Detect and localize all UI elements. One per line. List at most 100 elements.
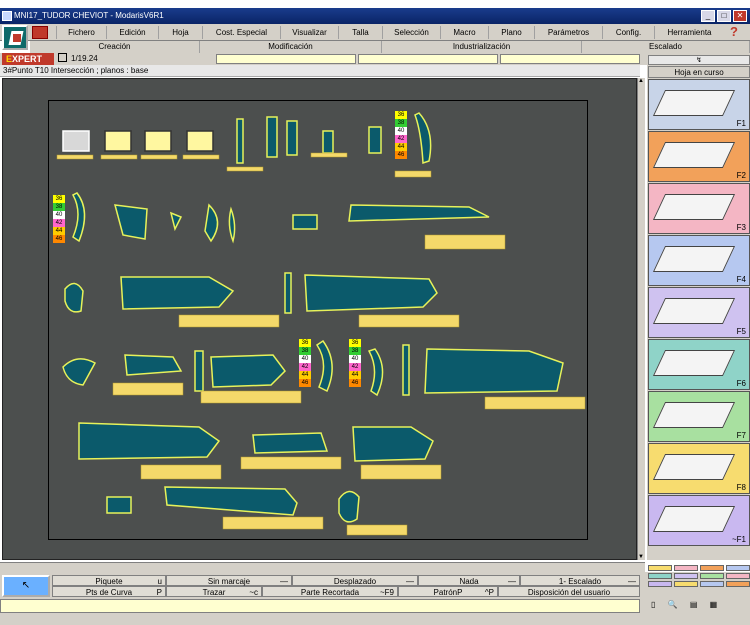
- menu-plano[interactable]: Plano: [488, 26, 534, 39]
- piece-curve-7[interactable]: [315, 339, 333, 393]
- patronp-cell[interactable]: PatrónP ^P: [398, 586, 498, 597]
- piece-strip-3[interactable]: [286, 120, 298, 156]
- menu-fichero[interactable]: Fichero: [56, 26, 106, 39]
- category-creacion[interactable]: Creación: [30, 41, 200, 53]
- piece-body-5[interactable]: [78, 422, 221, 460]
- page-icon[interactable]: ▯: [651, 600, 655, 609]
- tool-f6[interactable]: F6: [648, 339, 750, 390]
- piece-curve-8[interactable]: [367, 348, 384, 397]
- piece-icon-1[interactable]: [62, 130, 90, 152]
- tool-f5[interactable]: F5: [648, 287, 750, 338]
- category-modificacion[interactable]: Modificación: [200, 41, 382, 53]
- nada-cell[interactable]: Nada —: [418, 575, 520, 586]
- swatch[interactable]: [726, 573, 750, 579]
- close-button[interactable]: ✕: [733, 10, 747, 22]
- menu-config[interactable]: Config.: [602, 26, 654, 39]
- modaris-logo-icon[interactable]: [2, 25, 28, 50]
- piece-rect-1[interactable]: [292, 214, 318, 230]
- piece-strip-1[interactable]: [236, 118, 244, 164]
- piece-icon-2[interactable]: [104, 130, 132, 152]
- minimize-button[interactable]: _: [701, 10, 715, 22]
- piece-body-2[interactable]: [304, 274, 438, 312]
- menu-seleccion[interactable]: Selección: [382, 26, 440, 39]
- layout-icon[interactable]: ▤: [690, 600, 698, 609]
- size-tag: 36: [395, 111, 407, 119]
- tool-f4[interactable]: F4: [648, 235, 750, 286]
- piece-small-2[interactable]: [368, 126, 382, 154]
- maximize-button[interactable]: □: [717, 10, 731, 22]
- piece-body-6[interactable]: [352, 426, 434, 462]
- zoom-icon[interactable]: 🔍: [668, 600, 678, 609]
- swatch[interactable]: [674, 565, 698, 571]
- swatch[interactable]: [648, 573, 672, 579]
- swatch[interactable]: [674, 573, 698, 579]
- piece-curve-1[interactable]: [414, 112, 432, 165]
- piece-body-4[interactable]: [424, 348, 564, 394]
- piece-long-2[interactable]: [164, 486, 298, 516]
- piece-strip-2[interactable]: [266, 116, 278, 158]
- piece-icon-4[interactable]: [186, 130, 214, 152]
- sin-marcaje-cell[interactable]: Sin marcaje —: [166, 575, 292, 586]
- tool-f2[interactable]: F2: [648, 131, 750, 182]
- piece-label-18: [346, 524, 408, 536]
- trazar-cell[interactable]: Trazar ~c: [166, 586, 262, 597]
- swatch[interactable]: [700, 581, 724, 587]
- piece-body-1[interactable]: [120, 276, 235, 310]
- piece-strip-4[interactable]: [284, 272, 292, 314]
- swatch[interactable]: [726, 581, 750, 587]
- piece-strip-6[interactable]: [402, 344, 410, 396]
- piece-curve-6[interactable]: [62, 358, 97, 386]
- menu-parametros[interactable]: Parámetros: [534, 26, 602, 39]
- stop-icon[interactable]: [32, 26, 48, 39]
- grid-icon[interactable]: ▦: [710, 600, 718, 609]
- piece-tri-1[interactable]: [169, 211, 183, 232]
- swatch[interactable]: [648, 581, 672, 587]
- escalado-cell[interactable]: 1- Escalado —: [520, 575, 640, 586]
- tool-shift-f1[interactable]: ~F1: [648, 495, 750, 546]
- tool-f7[interactable]: F7: [648, 391, 750, 442]
- piquete-cell[interactable]: Piquete u: [52, 575, 166, 586]
- sheet-tool-icon[interactable]: ↯: [648, 55, 750, 65]
- category-escalado[interactable]: Escalado: [582, 41, 750, 53]
- piece-block-2[interactable]: [124, 354, 183, 376]
- menu-visualizar[interactable]: Visualizar: [280, 26, 338, 39]
- tool-f8[interactable]: F8: [648, 443, 750, 494]
- swatch[interactable]: [700, 573, 724, 579]
- piece-small-1[interactable]: [322, 130, 334, 154]
- piece-curve-5[interactable]: [64, 282, 84, 313]
- horizontal-scrollbar[interactable]: [0, 562, 645, 572]
- menu-edicion[interactable]: Edición: [106, 26, 158, 39]
- swatch[interactable]: [648, 565, 672, 571]
- category-industrializacion[interactable]: Industrialización: [382, 41, 582, 53]
- piece-curve-2[interactable]: [71, 192, 86, 243]
- disposicion-usuario-cell[interactable]: Disposición del usuario: [498, 586, 640, 597]
- piece-rect-2[interactable]: [106, 496, 132, 514]
- menu-cost-especial[interactable]: Cost. Especial: [202, 26, 280, 39]
- piece-curve-4[interactable]: [228, 206, 236, 244]
- menu-talla[interactable]: Talla: [338, 26, 382, 39]
- pointer-tool-icon[interactable]: ↖: [2, 575, 50, 597]
- piece-curve-9[interactable]: [338, 490, 360, 523]
- piece-body-3[interactable]: [210, 354, 286, 388]
- swatch[interactable]: [700, 565, 724, 571]
- tool-f1[interactable]: F1: [648, 79, 750, 130]
- help-icon[interactable]: ?: [730, 24, 738, 39]
- piece-long-1[interactable]: [348, 204, 490, 222]
- piece-curve-3[interactable]: [204, 203, 219, 243]
- menu-macro[interactable]: Macro: [440, 26, 488, 39]
- desplazado-cell[interactable]: Desplazado —: [292, 575, 418, 586]
- menu-herramienta[interactable]: Herramienta: [654, 26, 724, 39]
- parte-recortada-cell[interactable]: Parte Recortada ~F9: [262, 586, 398, 597]
- color-swatches: [648, 565, 750, 595]
- piece-label-7: [394, 170, 432, 178]
- piece-strip-5[interactable]: [194, 350, 204, 392]
- piece-block-3[interactable]: [252, 432, 329, 454]
- pts-de-curva-cell[interactable]: Pts de Curva P: [52, 586, 166, 597]
- piece-icon-3[interactable]: [144, 130, 172, 152]
- tool-f3[interactable]: F3: [648, 183, 750, 234]
- vertical-scrollbar[interactable]: [637, 78, 645, 560]
- piece-block-1[interactable]: [113, 204, 148, 240]
- menu-hoja[interactable]: Hoja: [158, 26, 202, 39]
- swatch[interactable]: [726, 565, 750, 571]
- swatch[interactable]: [674, 581, 698, 587]
